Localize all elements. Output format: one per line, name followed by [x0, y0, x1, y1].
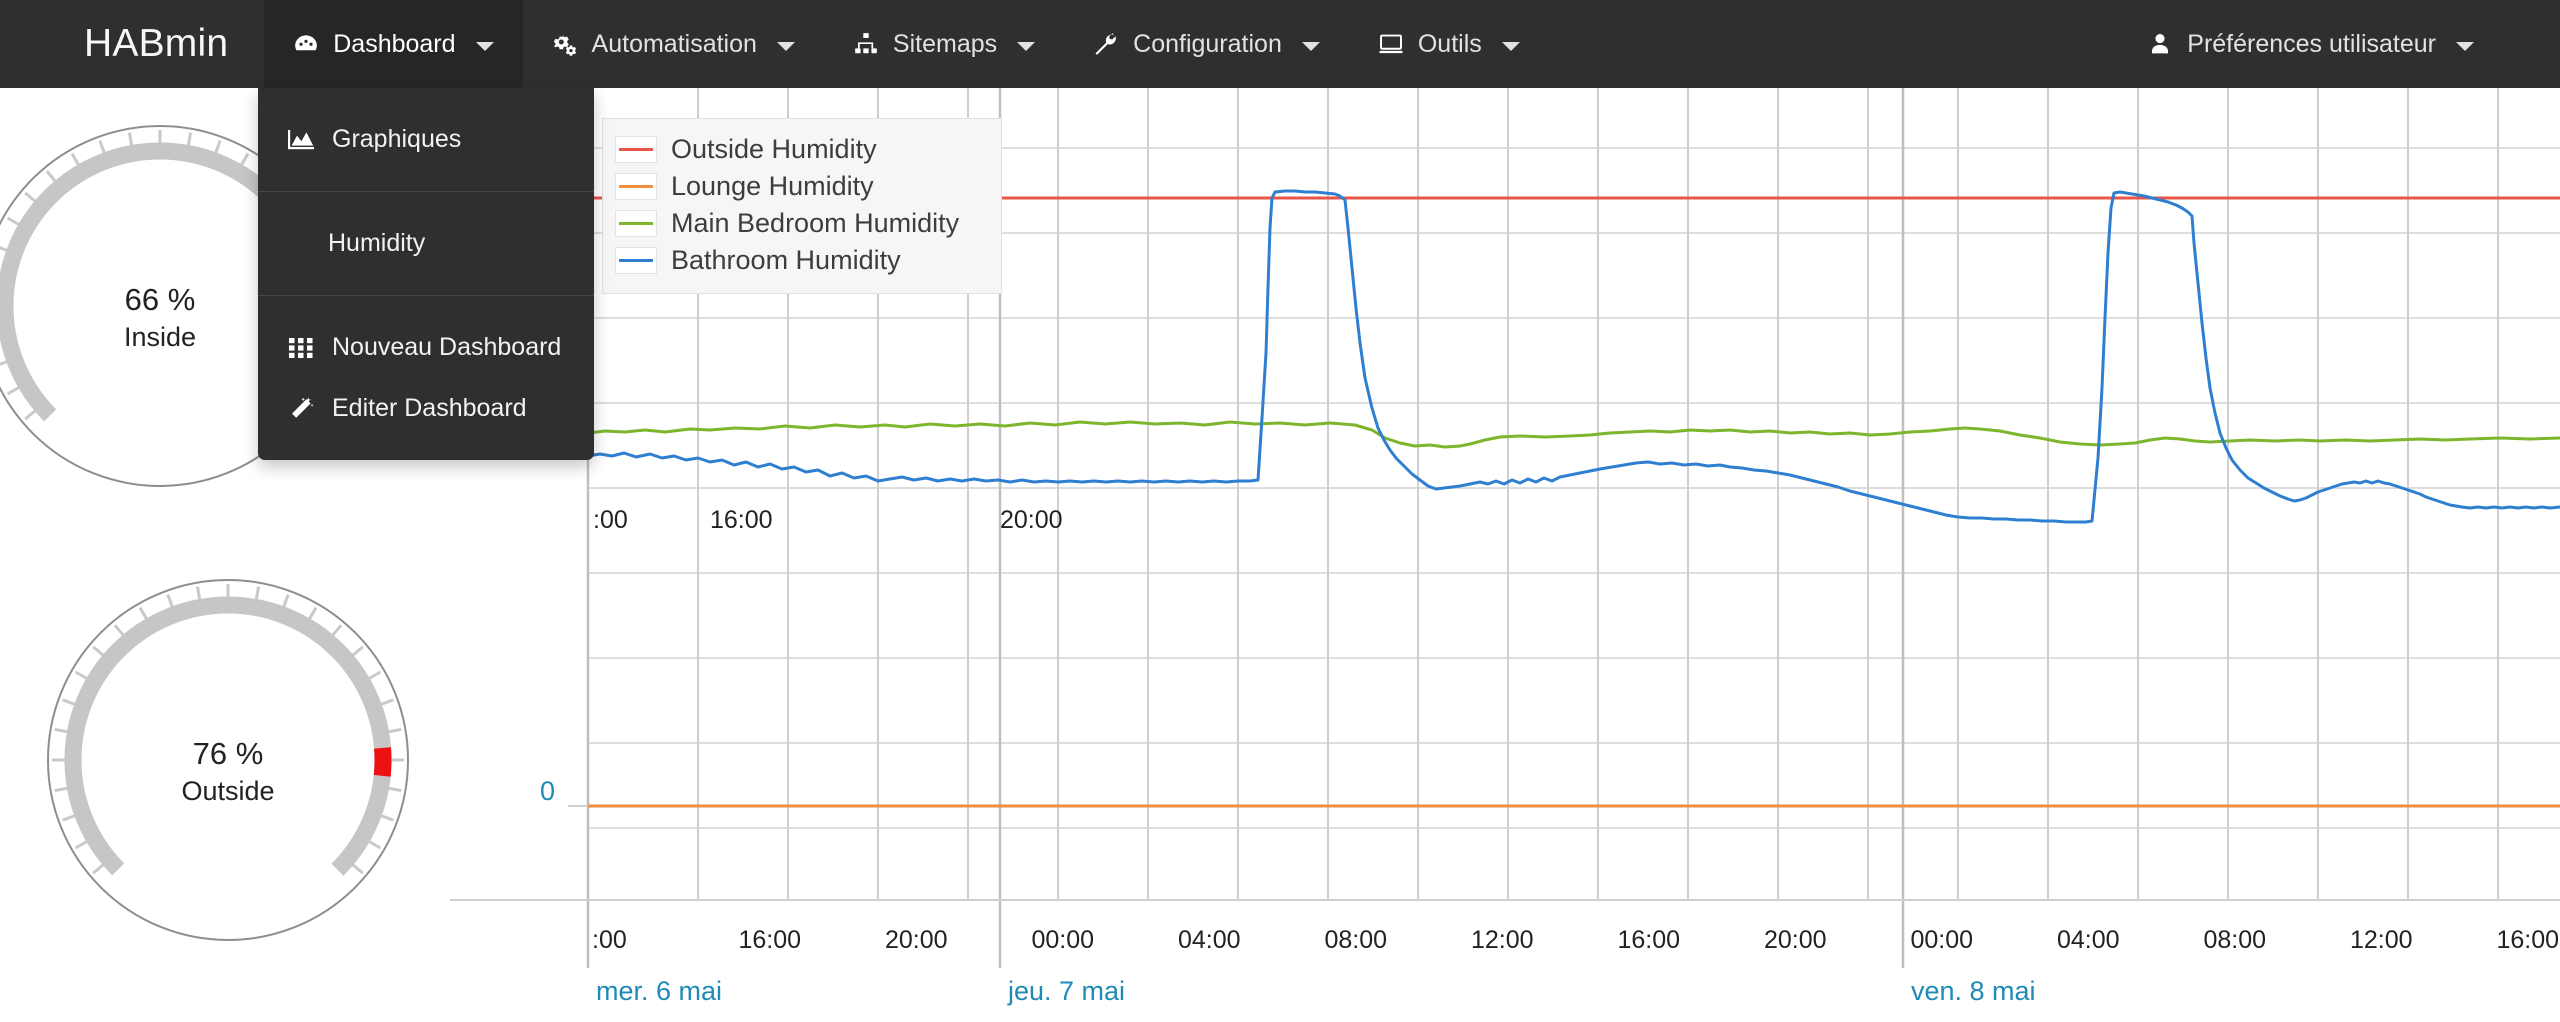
gauge-ticks — [52, 584, 404, 875]
nav-item-label: Outils — [1417, 29, 1482, 58]
legend-color-swatch — [615, 173, 657, 200]
legend-item[interactable]: Outside Humidity — [603, 131, 1001, 168]
nav-item-configuration[interactable]: Configuration — [1064, 0, 1349, 88]
nav-item-user-preferences[interactable]: Préférences utilisateur — [2118, 0, 2560, 88]
navbar-menu: Dashboard Automatisation Sitemaps Config… — [264, 0, 1549, 88]
nav-item-dashboard[interactable]: Dashboard — [264, 0, 523, 88]
nav-item-label: Configuration — [1133, 29, 1282, 58]
legend-color-swatch — [615, 247, 657, 274]
desktop-icon — [1378, 31, 1404, 57]
sitemap-icon — [853, 31, 879, 57]
menu-item-graphiques[interactable]: Graphiques — [258, 109, 594, 170]
menu-item-label: Graphiques — [332, 125, 462, 153]
legend-color-swatch — [615, 210, 657, 237]
dashboard-dropdown-menu[interactable]: Graphiques Humidity Nouveau Dashboard Ed… — [258, 88, 594, 460]
chevron-down-icon — [1301, 41, 1320, 51]
nav-item-label: Sitemaps — [892, 29, 998, 58]
menu-item-label: Editer Dashboard — [332, 394, 527, 422]
chevron-down-icon — [475, 41, 494, 51]
legend-item-label: Bathroom Humidity — [671, 245, 901, 275]
x-tick-label: 20:00 — [1000, 506, 1063, 534]
legend-item-label: Lounge Humidity — [671, 171, 874, 201]
chevron-down-icon — [1501, 41, 1520, 51]
gauge-outside-readout: 76 % Outside — [28, 735, 428, 809]
magic-wand-icon — [288, 396, 314, 421]
legend-item-label: Main Bedroom Humidity — [671, 208, 960, 238]
x-tick-label: :00 — [593, 506, 628, 534]
menu-item-label: Humidity — [328, 229, 426, 257]
grid-icon — [288, 337, 314, 358]
menu-item-editer-dashboard[interactable]: Editer Dashboard — [258, 378, 594, 439]
nav-item-label: Dashboard — [333, 29, 456, 58]
dropdown-section: Nouveau Dashboard Editer Dashboard — [258, 295, 594, 460]
x-tick-label: 16:00 — [710, 506, 773, 534]
app-brand[interactable]: HABmin — [0, 0, 264, 88]
legend-item[interactable]: Bathroom Humidity — [603, 242, 1001, 279]
menu-item-nouveau-dashboard[interactable]: Nouveau Dashboard — [258, 317, 594, 378]
chevron-down-icon — [776, 41, 795, 51]
chevron-down-icon — [1017, 41, 1036, 51]
nav-item-label: Automatisation — [591, 29, 757, 58]
dropdown-section: Humidity — [258, 191, 594, 295]
chevron-down-icon — [2456, 41, 2474, 51]
dashboard-icon — [293, 31, 319, 57]
gauge-label: Outside — [181, 775, 275, 806]
nav-item-sitemaps[interactable]: Sitemaps — [824, 0, 1064, 88]
gears-icon — [552, 31, 578, 57]
gauge-value: 76 % — [192, 736, 264, 771]
nav-item-automatisation[interactable]: Automatisation — [523, 0, 824, 88]
user-icon — [2147, 31, 2173, 57]
area-chart-icon — [288, 129, 314, 151]
menu-item-humidity[interactable]: Humidity — [258, 213, 594, 274]
chart-legend[interactable]: Outside Humidity Lounge Humidity Main Be… — [602, 118, 1002, 294]
legend-item-label: Outside Humidity — [671, 134, 877, 164]
navbar-right: Préférences utilisateur — [2118, 0, 2560, 88]
nav-item-label: Préférences utilisateur — [2187, 29, 2436, 58]
gauge-outside[interactable]: 76 % Outside — [28, 560, 428, 960]
nav-item-outils[interactable]: Outils — [1349, 0, 1549, 88]
wrench-icon — [1093, 31, 1119, 57]
app-root: :00 16:00 20:00 :00 16:00 20:00 00:00 04:00 0… — [0, 0, 2560, 1022]
legend-color-swatch — [615, 136, 657, 163]
legend-item[interactable]: Lounge Humidity — [603, 168, 1001, 205]
dropdown-section: Graphiques — [258, 88, 594, 191]
legend-item[interactable]: Main Bedroom Humidity — [603, 205, 1001, 242]
top-navbar: HABmin Dashboard Automatisation Sitemaps… — [0, 0, 2560, 88]
menu-item-label: Nouveau Dashboard — [332, 333, 562, 361]
